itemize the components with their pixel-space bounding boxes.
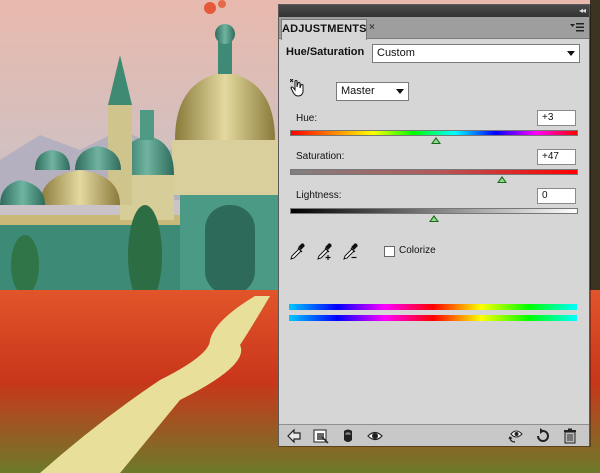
hue-label: Hue: (296, 113, 318, 124)
colorize-checkbox[interactable] (384, 246, 395, 257)
lightness-slider-thumb[interactable] (429, 215, 439, 222)
preset-select[interactable]: Custom (372, 44, 580, 63)
saturation-slider-track[interactable] (290, 169, 578, 175)
saturation-label: Saturation: (296, 151, 345, 162)
saturation-input[interactable]: +47 (537, 149, 576, 165)
visibility-eye-icon[interactable] (367, 428, 383, 444)
saturation-slider-thumb[interactable] (496, 176, 507, 183)
panel-bottom-toolbar (279, 424, 589, 446)
tab-adjustments[interactable]: ADJUSTMENTS (281, 19, 367, 40)
hue-slider-track[interactable] (290, 130, 578, 136)
clip-to-layer-icon[interactable] (313, 428, 329, 444)
input-color-bar (289, 304, 577, 310)
trash-icon[interactable] (562, 428, 578, 444)
tab-close-icon[interactable]: × (369, 22, 375, 33)
chevron-down-icon (396, 89, 404, 94)
preset-select-value: Custom (377, 47, 415, 59)
panel-tabbar: ADJUSTMENTS × (279, 17, 589, 40)
lightness-input[interactable]: 0 (537, 188, 576, 204)
chevron-down-icon (567, 51, 575, 56)
panel-title: Hue/Saturation (286, 46, 365, 58)
lightness-label: Lightness: (296, 190, 342, 201)
adjustments-panel: ◂◂ ADJUSTMENTS × Hue/Saturation Custom M… (278, 4, 590, 446)
panel-titlebar[interactable]: ◂◂ (279, 5, 589, 17)
colorize-label: Colorize (399, 245, 436, 256)
channel-select[interactable]: Master (336, 82, 409, 101)
targeted-adjustment-icon[interactable] (290, 79, 306, 97)
hue-input[interactable]: +3 (537, 110, 576, 126)
collapse-panel-icon[interactable]: ◂◂ (579, 6, 586, 16)
lightness-slider-track[interactable] (290, 208, 578, 214)
mask-icon[interactable] (340, 428, 356, 444)
eyedropper-icon[interactable] (289, 243, 305, 261)
header-row: Hue/Saturation Custom (279, 41, 589, 65)
channel-select-value: Master (341, 85, 375, 97)
reset-icon[interactable] (535, 428, 551, 444)
panel-menu-icon[interactable] (570, 22, 584, 33)
eyedropper-plus-icon[interactable] (316, 243, 332, 261)
view-previous-icon[interactable] (508, 428, 524, 444)
hue-slider-thumb[interactable] (431, 137, 442, 144)
output-color-bar (289, 315, 577, 321)
back-arrow-icon[interactable] (286, 428, 302, 444)
eyedropper-minus-icon[interactable] (342, 243, 358, 261)
